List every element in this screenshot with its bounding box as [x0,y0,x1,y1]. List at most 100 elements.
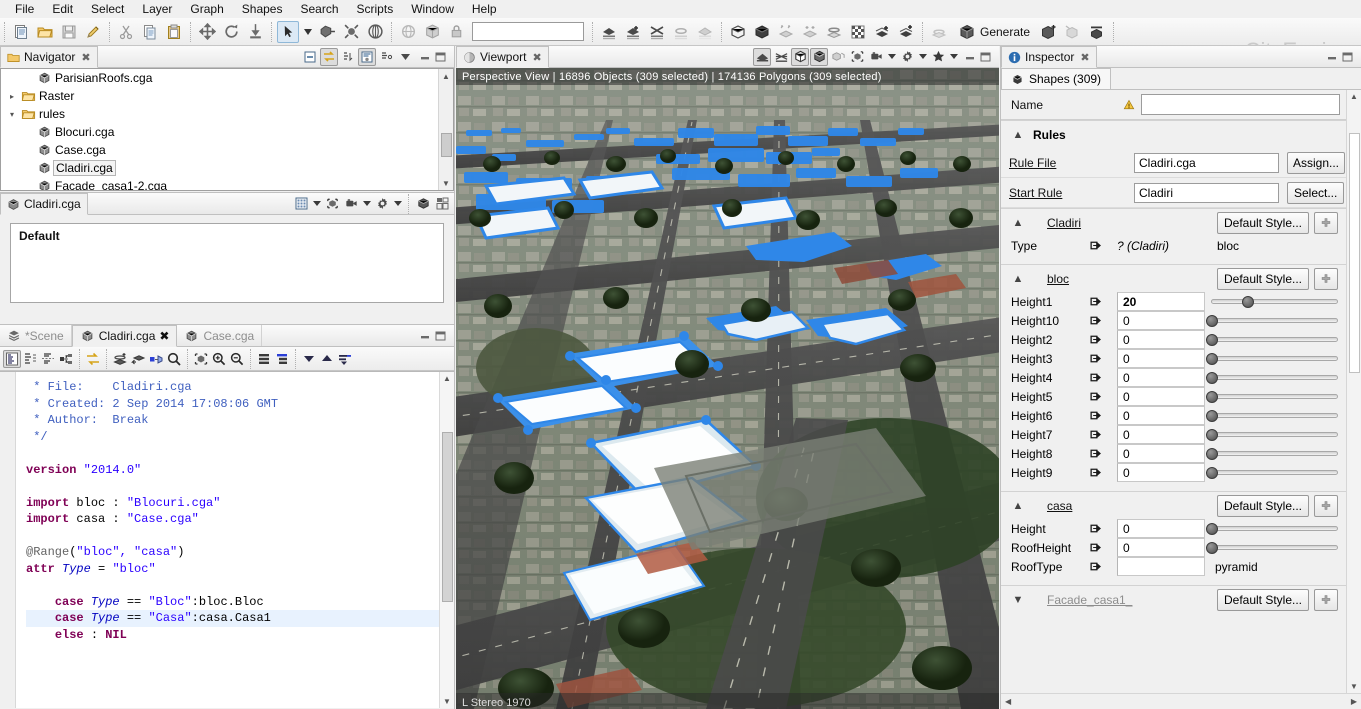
attribute-source-icon[interactable] [1089,333,1117,346]
export-icon[interactable] [414,195,432,213]
list-indent-icon[interactable] [273,350,291,368]
slider-knob[interactable] [1206,467,1218,479]
collapse-up-icon[interactable] [318,350,336,368]
lock-icon[interactable] [445,21,467,43]
menu-item-edit[interactable]: Edit [43,1,82,17]
attribute-source-icon[interactable] [1089,560,1117,573]
slider-knob[interactable] [1206,542,1218,554]
menu-item-file[interactable]: File [6,1,43,17]
tree-item-blocuri-cga[interactable]: Blocuri.cga [1,123,453,141]
add-attribute-button[interactable] [1314,588,1338,611]
scroll-down-icon[interactable]: ▼ [440,695,454,708]
link-editor-icon[interactable] [84,350,102,368]
slider-knob[interactable] [1206,523,1218,535]
globe-icon[interactable] [397,21,419,43]
copy-icon[interactable] [139,21,161,43]
slider-track[interactable] [1206,429,1338,441]
slider-knob[interactable] [1242,296,1255,308]
shape-gen-icon[interactable] [111,350,129,368]
street-cross-icon[interactable] [646,21,668,43]
navigator-vscrollbar[interactable]: ▲ ▼ [438,69,453,190]
shape-add2-icon[interactable] [895,21,917,43]
attribute-source-icon[interactable] [1089,314,1117,327]
scale-icon[interactable] [244,21,266,43]
chevron-down-icon[interactable]: ▼ [1011,594,1025,606]
shape-add-icon[interactable] [871,21,893,43]
zoom-in-icon[interactable] [210,350,228,368]
menu-item-scripts[interactable]: Scripts [348,1,403,17]
group-name-link[interactable]: casa [1047,499,1072,513]
outline-link-icon[interactable] [57,350,75,368]
grid-icon[interactable] [292,195,310,213]
menu-item-layer[interactable]: Layer [133,1,181,17]
tree-item-case-cga[interactable]: Case.cga [1,141,453,159]
add-attribute-button[interactable] [1314,267,1338,290]
group-name-link[interactable]: Cladiri [1047,216,1081,230]
rotate-icon[interactable] [220,21,242,43]
rules-section-header[interactable]: ▲ Rules [1001,120,1346,148]
gear-dropdown-icon[interactable] [392,195,403,213]
maximize-icon[interactable] [1342,52,1353,62]
attribute-source-icon[interactable] [1089,352,1117,365]
sort-icon[interactable] [336,350,354,368]
tree-item-cladiri-cga[interactable]: Cladiri.cga [1,159,453,177]
slider-track[interactable] [1206,523,1338,535]
menu-item-select[interactable]: Select [82,1,133,17]
slider-knob[interactable] [1206,315,1218,327]
minimize-icon[interactable] [420,331,431,341]
gear-icon[interactable] [373,195,391,213]
code-editor-area[interactable]: * File: Cladiri.cga * Created: 2 Sep 201… [0,371,454,708]
chevron-up-icon[interactable]: ▲ [1011,273,1025,285]
street-add-icon[interactable] [622,21,644,43]
group-header-bloc[interactable]: ▲ bloc Default Style... [1001,264,1346,292]
attribute-slider[interactable] [1205,387,1346,406]
pencil-icon[interactable] [82,21,104,43]
rule-file-label[interactable]: Rule File [1009,156,1134,170]
layout-icon[interactable] [358,47,376,66]
street-loop-icon[interactable] [670,21,692,43]
bookmark-star-icon[interactable] [929,48,947,66]
network-icon[interactable] [772,48,790,66]
minimize-icon[interactable] [1327,52,1338,62]
navigator-tree[interactable]: ParisianRoofs.cga ▸ Raster ▾ rules Blocuri.cg… [0,68,454,191]
group-header-cladiri[interactable]: ▲ Cladiri Default Style... [1001,208,1346,236]
shape-solid-icon[interactable] [751,21,773,43]
attribute-slider[interactable] [1205,406,1346,425]
attribute-value[interactable]: 0 [1117,444,1205,463]
generate-clear-icon[interactable] [1062,21,1084,43]
maximize-icon[interactable] [435,52,446,62]
generate-add-icon[interactable] [1038,21,1060,43]
frame-icon[interactable] [848,48,866,66]
chevron-up-icon[interactable]: ▲ [1011,500,1025,512]
fit-icon[interactable] [340,21,362,43]
street-layer-icon[interactable] [694,21,716,43]
chevron-down-icon[interactable]: ▾ [5,110,19,119]
collapse-down-icon[interactable] [300,350,318,368]
attribute-slider[interactable] [1205,311,1346,330]
close-icon[interactable]: ✖ [532,51,541,64]
inspector-hscrollbar[interactable]: ◀ ▶ [1001,693,1361,708]
code-content[interactable]: * File: Cladiri.cga * Created: 2 Sep 201… [16,372,454,708]
slider-knob[interactable] [1206,429,1218,441]
orbit-icon[interactable] [364,21,386,43]
editor-vscrollbar[interactable]: ▲ ▼ [439,372,454,708]
default-style-button[interactable]: Default Style... [1217,211,1309,234]
attribute-value[interactable]: 0 [1117,387,1205,406]
attribute-slider[interactable] [1205,368,1346,387]
save-icon[interactable] [58,21,80,43]
new-file-icon[interactable] [10,21,32,43]
shape-icon[interactable] [727,21,749,43]
gear-dropdown-icon[interactable] [917,48,928,66]
editor-tab--scene[interactable]: *Scene [0,325,72,346]
slider-track[interactable] [1206,334,1338,346]
search-icon[interactable] [165,350,183,368]
group-name-link[interactable]: Facade_casa1_ [1047,593,1132,607]
attribute-source-icon[interactable] [1089,295,1117,308]
default-style-button[interactable]: Default Style... [1217,267,1309,290]
layout-icon[interactable] [433,195,451,213]
default-style-button[interactable]: Default Style... [1217,494,1309,517]
view-menu-icon[interactable] [377,48,395,66]
scroll-up-icon[interactable]: ▲ [1347,90,1361,103]
slider-track[interactable] [1206,448,1338,460]
collapse-all-icon[interactable] [301,48,319,66]
